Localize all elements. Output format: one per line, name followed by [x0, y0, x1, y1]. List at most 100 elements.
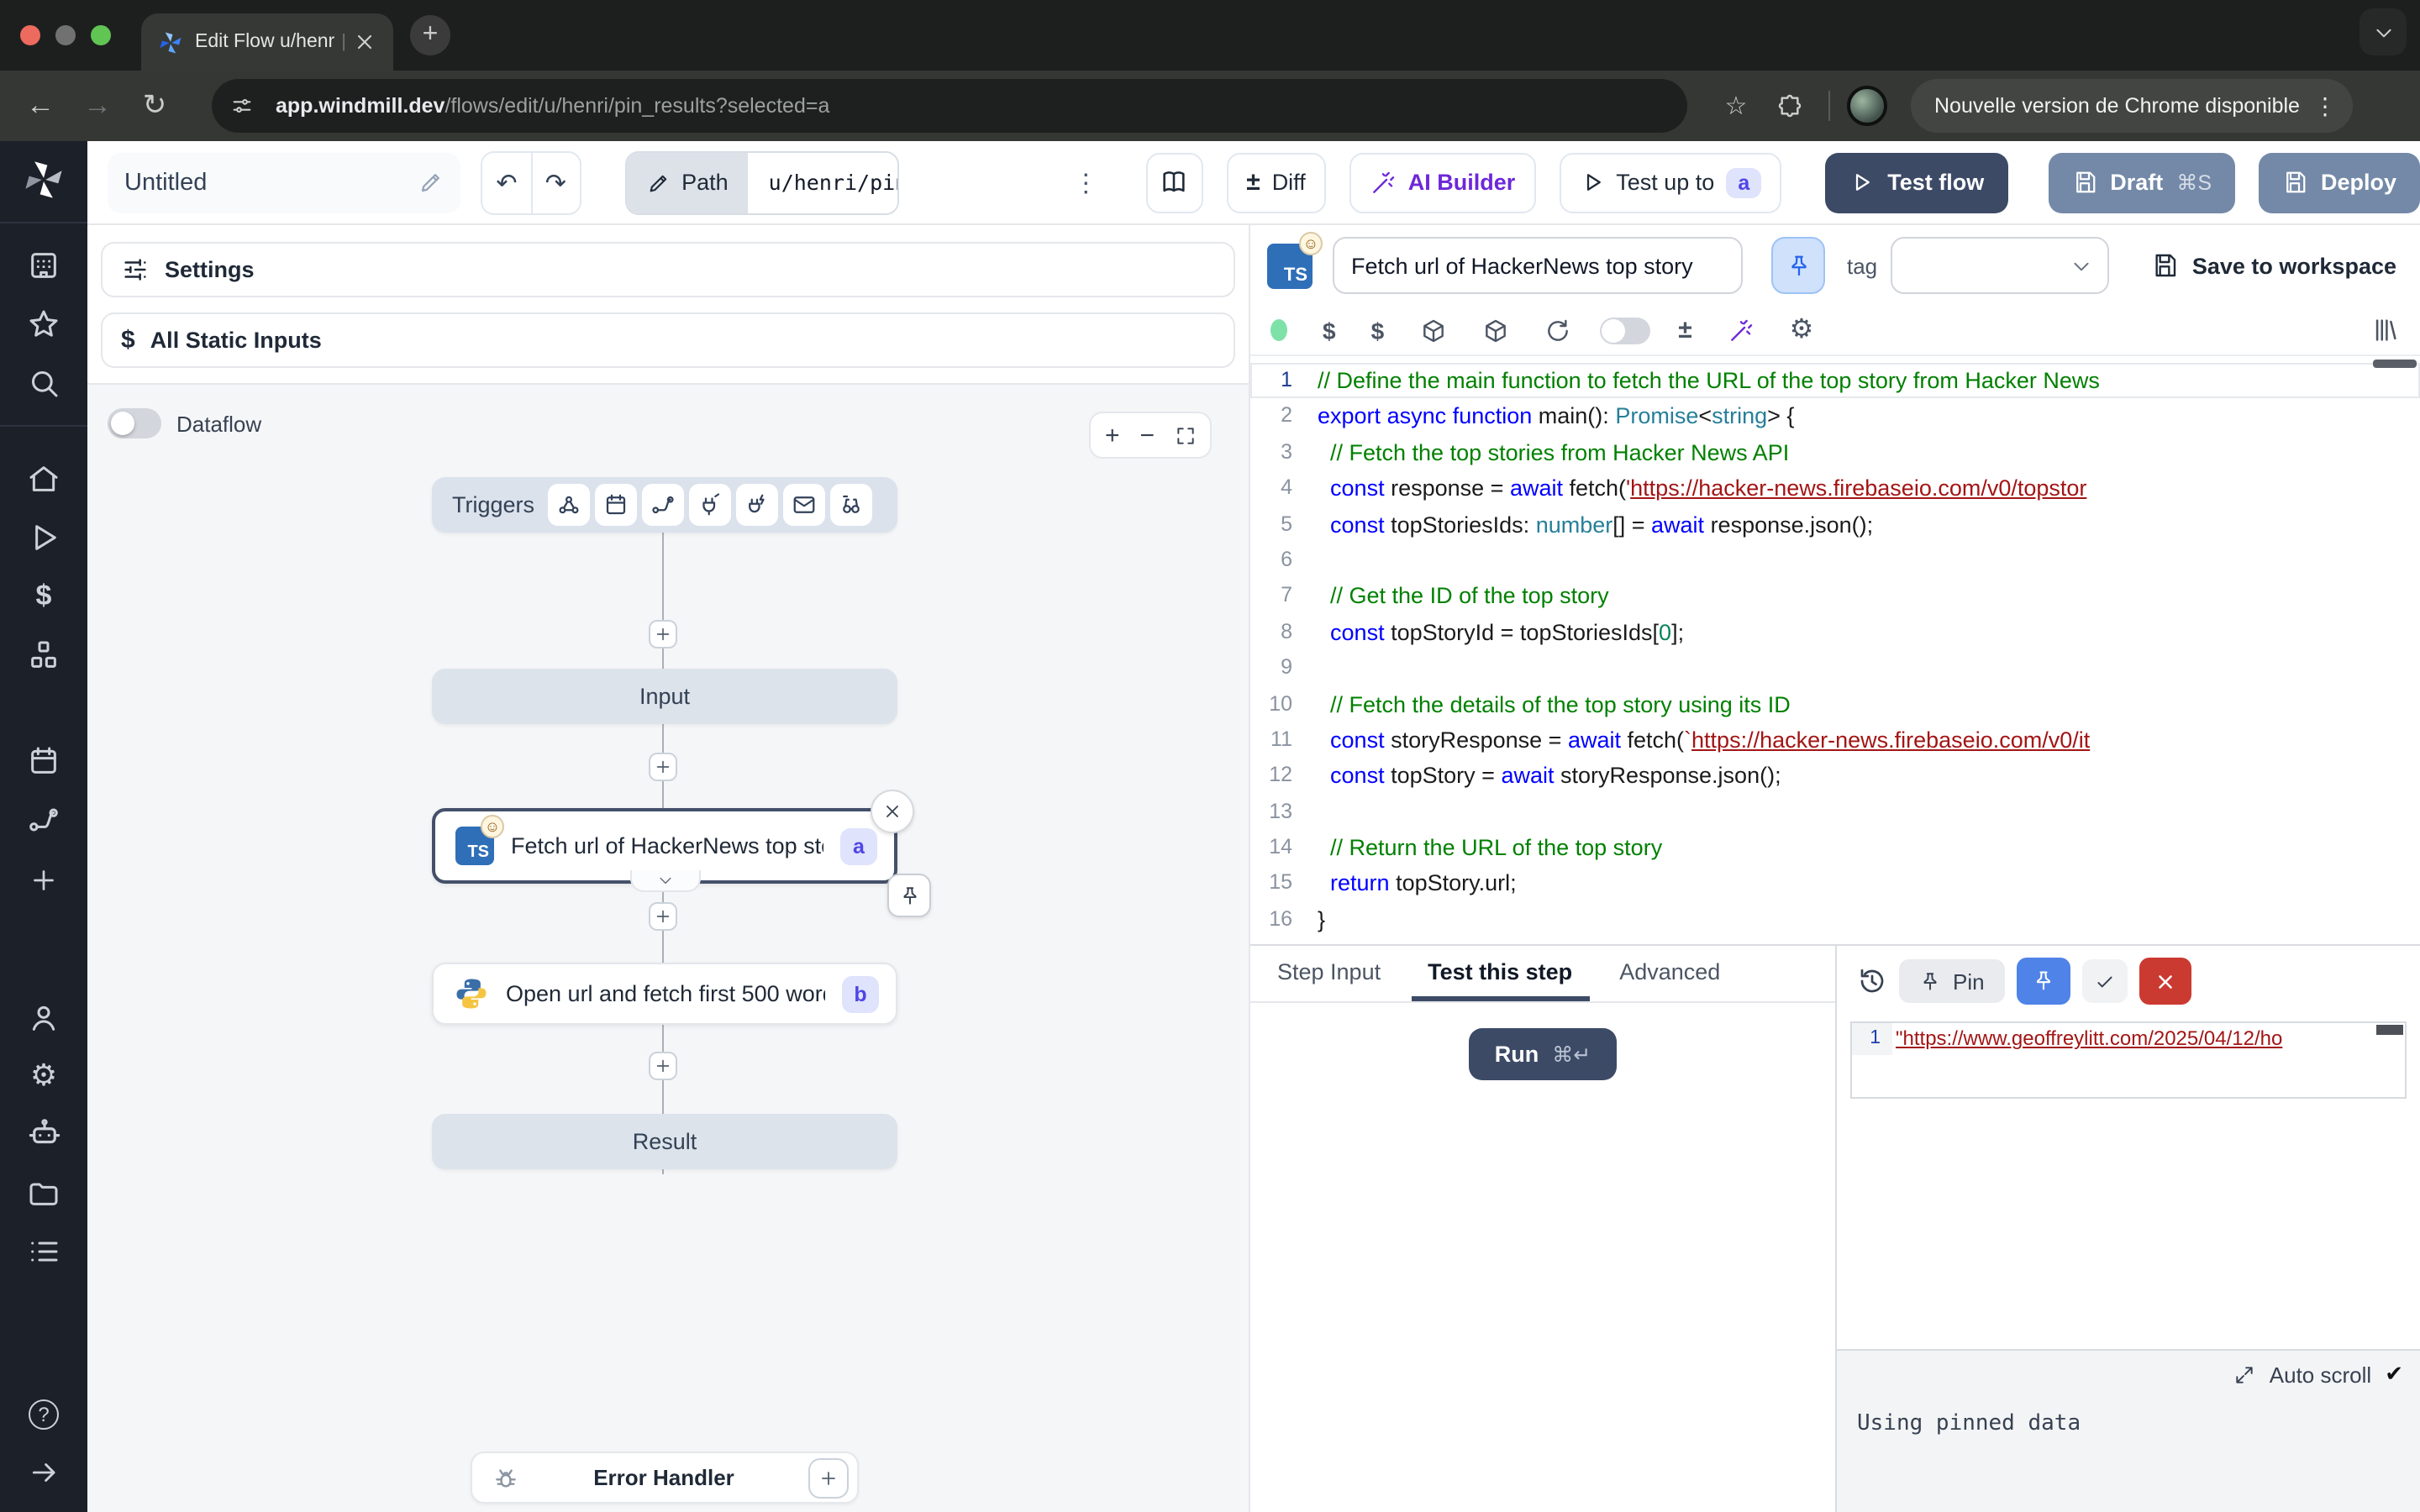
code-line[interactable]: 15 return topStory.url;: [1250, 866, 2420, 902]
save-to-workspace-button[interactable]: Save to workspace: [2152, 252, 2396, 279]
browser-tab[interactable]: Edit Flow u/henri/pin_results |: [141, 13, 393, 71]
variables-icon[interactable]: $: [36, 580, 52, 613]
schedule-trigger-icon[interactable]: [595, 484, 637, 526]
diff-mode-icon[interactable]: ±: [1678, 316, 1691, 344]
step-title-input[interactable]: [1333, 237, 1743, 294]
code-line[interactable]: 16}: [1250, 902, 2420, 938]
tab-step-input[interactable]: Step Input: [1260, 946, 1397, 1001]
runs-play-icon[interactable]: [27, 521, 60, 554]
code-line[interactable]: 1"https://www.geoffreylitt.com/2025/04/1…: [1852, 1023, 2405, 1055]
logs-list-icon[interactable]: [27, 1235, 60, 1268]
chrome-menu-icon[interactable]: ⋮: [2313, 92, 2337, 120]
code-line[interactable]: 13: [1250, 794, 2420, 830]
remove-step-button[interactable]: [871, 790, 914, 833]
schedules-calendar-icon[interactable]: [27, 744, 60, 778]
insert-step-button[interactable]: [649, 620, 677, 648]
code-line[interactable]: 9: [1250, 650, 2420, 686]
code-line[interactable]: 11 const storyResponse = await fetch(`ht…: [1250, 722, 2420, 759]
code-line[interactable]: 10 // Fetch the details of the top story…: [1250, 686, 2420, 722]
code-editor[interactable]: 1// Define the main function to fetch th…: [1250, 356, 2420, 944]
pinned-data-editor[interactable]: 1"https://www.geoffreylitt.com/2025/04/1…: [1850, 1021, 2407, 1099]
code-line[interactable]: 1// Define the main function to fetch th…: [1250, 363, 2420, 399]
editor-settings-gear-icon[interactable]: ⚙: [1790, 317, 1814, 344]
auto-scroll-checkbox[interactable]: ✔: [2385, 1361, 2403, 1388]
help-icon[interactable]: ?: [29, 1399, 59, 1430]
email-trigger-icon[interactable]: [783, 484, 825, 526]
code-line[interactable]: 6: [1250, 543, 2420, 579]
windmill-logo[interactable]: [22, 158, 66, 202]
extensions-icon[interactable]: [1768, 92, 1812, 119]
tab-search-button[interactable]: [2360, 8, 2407, 55]
auto-scroll-label[interactable]: Auto scroll: [2270, 1362, 2371, 1387]
diff-button[interactable]: ±Diff: [1226, 152, 1326, 213]
code-line[interactable]: 3 // Fetch the top stories from Hacker N…: [1250, 435, 2420, 471]
close-window-button[interactable]: [20, 25, 40, 45]
code-line[interactable]: 17: [1250, 938, 2420, 945]
input-node[interactable]: Input: [432, 669, 897, 724]
all-static-inputs-card[interactable]: $ All Static Inputs: [101, 312, 1235, 368]
redo-button[interactable]: ↷: [531, 152, 580, 213]
flow-name-field[interactable]: Untitled: [108, 152, 460, 213]
code-line[interactable]: 12 const topStory = await storyResponse.…: [1250, 759, 2420, 795]
maximize-window-button[interactable]: [91, 25, 111, 45]
add-error-handler-button[interactable]: [808, 1457, 849, 1498]
path-value[interactable]: u/henri/pin: [749, 152, 899, 213]
site-info-icon[interactable]: [222, 86, 262, 126]
step-node-b[interactable]: Open url and fetch first 500 words of ..…: [432, 963, 897, 1025]
clear-pin-button[interactable]: [2139, 958, 2191, 1005]
tab-close-icon[interactable]: [353, 30, 376, 54]
fullscreen-icon[interactable]: [1175, 424, 1197, 446]
code-line[interactable]: 7 // Get the ID of the top story: [1250, 579, 2420, 615]
docs-book-button[interactable]: [1145, 152, 1202, 213]
user-icon[interactable]: [27, 1001, 60, 1035]
insert-step-button[interactable]: [649, 902, 677, 931]
routes-icon[interactable]: [27, 803, 60, 837]
code-line[interactable]: 8 const topStoryId = topStoriesIds[0];: [1250, 614, 2420, 650]
insert-step-button[interactable]: [649, 1052, 677, 1080]
url-bar[interactable]: app.windmill.dev/flows/edit/u/henri/pin_…: [212, 79, 1687, 133]
tag-select[interactable]: [1891, 237, 2109, 294]
variables-button[interactable]: $: [1323, 317, 1336, 344]
deploy-button[interactable]: Deploy: [2259, 152, 2420, 213]
zoom-in-button[interactable]: +: [1105, 421, 1120, 449]
draft-button[interactable]: Draft ⌘S: [2048, 152, 2235, 213]
settings-gear-icon[interactable]: ⚙: [30, 1060, 57, 1090]
home-icon[interactable]: [27, 462, 60, 496]
editor-toggle[interactable]: [1599, 317, 1649, 344]
mini-editor-scrollbar-thumb[interactable]: [2376, 1025, 2403, 1035]
collapse-step-chevron[interactable]: [629, 870, 700, 892]
reload-button[interactable]: ↻: [131, 89, 178, 123]
ai-builder-button[interactable]: AI Builder: [1349, 152, 1536, 213]
poll-trigger-icon[interactable]: [830, 484, 872, 526]
expand-sidebar-arrow-icon[interactable]: [28, 1457, 60, 1488]
code-line[interactable]: 5 const topStoriesIds: number[] = await …: [1250, 507, 2420, 543]
resources-button[interactable]: $: [1371, 317, 1385, 344]
zoom-out-button[interactable]: −: [1139, 421, 1155, 449]
step-node-a[interactable]: TS☺ Fetch url of HackerNews top story a: [432, 808, 897, 884]
pin-step-button[interactable]: [1771, 237, 1825, 294]
search-icon[interactable]: [27, 366, 60, 400]
route-trigger-icon[interactable]: [642, 484, 684, 526]
ai-assist-wand-icon[interactable]: [1728, 317, 1754, 344]
path-edit-button[interactable]: Path: [626, 152, 749, 213]
expand-arrows-icon[interactable]: [2234, 1363, 2256, 1385]
webhook-trigger-icon[interactable]: [548, 484, 590, 526]
add-icon[interactable]: [29, 865, 59, 895]
ai-robot-icon[interactable]: [26, 1116, 61, 1151]
minimize-window-button[interactable]: [55, 25, 76, 45]
websocket-trigger-icon[interactable]: [689, 484, 731, 526]
favorites-star-icon[interactable]: [27, 307, 60, 341]
insert-step-button[interactable]: [649, 753, 677, 781]
pin-active-button[interactable]: [2017, 958, 2070, 1005]
accept-button[interactable]: [2082, 959, 2128, 1003]
chrome-update-button[interactable]: Nouvelle version de Chrome disponible ⋮: [1911, 79, 2354, 133]
library-icon[interactable]: [2371, 316, 2400, 344]
profile-avatar[interactable]: [1847, 86, 1887, 126]
dataflow-toggle[interactable]: [108, 408, 161, 438]
resources-cubes-icon[interactable]: [27, 638, 60, 672]
triggers-node[interactable]: Triggers: [432, 477, 897, 533]
test-flow-button[interactable]: Test flow: [1825, 152, 2007, 213]
flow-settings-card[interactable]: Settings: [101, 242, 1235, 297]
forward-button[interactable]: →: [74, 89, 121, 123]
more-options-icon[interactable]: ⋮: [1073, 167, 1098, 197]
